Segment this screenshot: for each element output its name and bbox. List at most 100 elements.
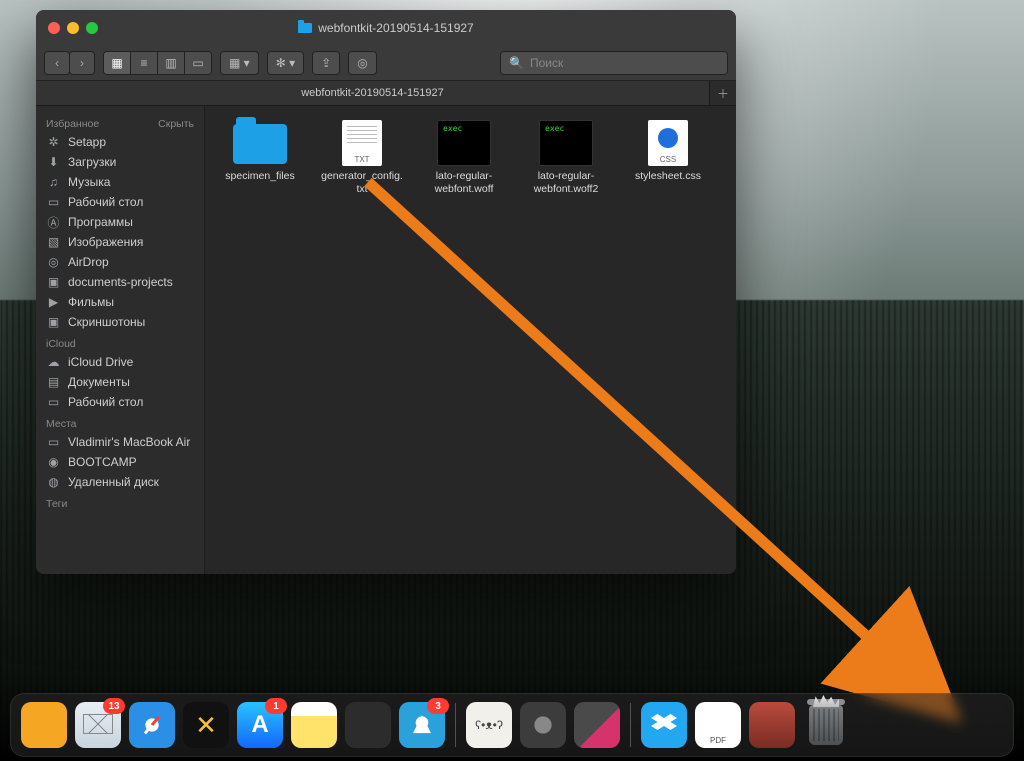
folder-icon: ▣ <box>46 276 61 289</box>
dock-app-logic[interactable] <box>345 702 391 748</box>
window-title: webfontkit-20190514-151927 <box>36 21 736 35</box>
sidebar-header-icloud: iCloud <box>36 332 204 352</box>
sidebar-item-label: AirDrop <box>68 255 109 269</box>
dock-divider <box>455 703 456 747</box>
list-view-button[interactable]: ≡ <box>131 52 158 74</box>
folder-icon <box>233 124 287 164</box>
sidebar-item-label: Документы <box>68 375 130 389</box>
sidebar-item-label: Удаленный диск <box>68 475 159 489</box>
css-file-icon <box>648 120 688 166</box>
file-grid[interactable]: specimen_files generator_config.txt lato-r… <box>205 106 736 574</box>
tab-bar: webfontkit-20190514-151927 ＋ <box>36 81 736 106</box>
gallery-view-button[interactable]: ▭ <box>185 52 211 74</box>
hide-favorites[interactable]: Скрыть <box>158 118 194 130</box>
search-placeholder: Поиск <box>530 56 563 70</box>
sidebar-item[interactable]: ▭Рабочий стол <box>36 192 204 212</box>
sidebar-item[interactable]: ▶Фильмы <box>36 292 204 312</box>
icon-view-button[interactable]: ▦ <box>104 52 131 74</box>
sidebar-item-label: Изображения <box>68 235 143 249</box>
file-item[interactable]: lato-regular-webfont.woff2 <box>515 120 617 196</box>
dock-app-stack[interactable] <box>749 702 795 748</box>
sidebar: Избранное Скрыть ✲ Setapp ⬇ Загрузки ♫ Музыка… <box>36 106 205 574</box>
dock-app-pdf[interactable] <box>695 702 741 748</box>
remote-disk-icon: ◍ <box>46 476 61 489</box>
sidebar-item-label: Музыка <box>68 175 110 189</box>
dock-app-telegram[interactable]: 3 <box>399 702 445 748</box>
exec-file-icon <box>539 120 593 166</box>
sidebar-item[interactable]: ▧ Изображения <box>36 232 204 252</box>
sidebar-item[interactable]: ☁iCloud Drive <box>36 352 204 372</box>
sidebar-item-label: Скриншотоны <box>68 315 145 329</box>
file-item[interactable]: lato-regular-webfont.woff <box>413 120 515 196</box>
sidebar-item[interactable]: ✲ Setapp <box>36 132 204 152</box>
dock-app-bear[interactable] <box>466 702 512 748</box>
share-button[interactable]: ⇪ <box>312 51 340 75</box>
search-icon: 🔍 <box>509 56 524 70</box>
back-button[interactable]: ‹ <box>44 51 70 75</box>
sidebar-item[interactable]: ▭Рабочий стол <box>36 392 204 412</box>
new-tab-button[interactable]: ＋ <box>709 81 736 105</box>
dock-app-appstore[interactable]: 1 <box>237 702 283 748</box>
sidebar-item-label: Setapp <box>68 135 106 149</box>
action-button[interactable]: ✻ ▾ <box>267 51 304 75</box>
sidebar-item[interactable]: ▣documents-projects <box>36 272 204 292</box>
dock-app-forklift[interactable] <box>21 702 67 748</box>
search-field[interactable]: 🔍 Поиск <box>500 51 728 75</box>
dock-app-dropbox[interactable] <box>641 702 687 748</box>
trash-icon <box>809 705 843 745</box>
dock-app-safari[interactable] <box>129 702 175 748</box>
dock-app-notes[interactable] <box>291 702 337 748</box>
sidebar-item[interactable]: ⬇ Загрузки <box>36 152 204 172</box>
sidebar-item[interactable]: ◉BOOTCAMP <box>36 452 204 472</box>
view-mode-segmented[interactable]: ▦ ≡ ▥ ▭ <box>103 51 212 75</box>
dock-app-butterfly[interactable] <box>183 702 229 748</box>
file-item[interactable]: generator_config.txt <box>311 120 413 196</box>
dock: 1313 <box>10 693 1014 757</box>
column-view-button[interactable]: ▥ <box>158 52 185 74</box>
finder-window: webfontkit-20190514-151927 ‹ › ▦ ≡ ▥ ▭ ▦… <box>36 10 736 574</box>
forward-button[interactable]: › <box>69 51 95 75</box>
sidebar-item-label: Рабочий стол <box>68 395 143 409</box>
arrange-button[interactable]: ▦ ▾ <box>220 51 259 75</box>
sidebar-item-label: Загрузки <box>68 155 116 169</box>
file-label: specimen_files <box>225 170 294 183</box>
tab-current[interactable]: webfontkit-20190514-151927 <box>36 81 709 105</box>
sidebar-item[interactable]: ▭ Vladimir's MacBook Air <box>36 432 204 452</box>
music-icon: ♫ <box>46 176 61 189</box>
sidebar-item-label: BOOTCAMP <box>68 455 137 469</box>
sidebar-item[interactable]: ◎ AirDrop <box>36 252 204 272</box>
sidebar-item[interactable]: ♫ Музыка <box>36 172 204 192</box>
sidebar-item[interactable]: ▣ Скриншотоны <box>36 312 204 332</box>
apps-icon: Ⓐ <box>46 216 61 229</box>
laptop-icon: ▭ <box>46 436 61 449</box>
cloud-icon: ☁ <box>46 356 61 369</box>
file-item[interactable]: stylesheet.css <box>617 120 719 196</box>
sidebar-item-label: Vladimir's MacBook Air <box>68 435 190 449</box>
sidebar-item[interactable]: ▤Документы <box>36 372 204 392</box>
pictures-icon: ▧ <box>46 236 61 249</box>
titlebar[interactable]: webfontkit-20190514-151927 <box>36 10 736 46</box>
movies-icon: ▶ <box>46 296 61 309</box>
dock-app-mail[interactable]: 13 <box>75 702 121 748</box>
toolbar: ‹ › ▦ ≡ ▥ ▭ ▦ ▾ ✻ ▾ ⇪ ◎ 🔍 Поиск <box>36 46 736 81</box>
airdrop-icon: ◎ <box>46 256 61 269</box>
file-label: stylesheet.css <box>635 170 701 183</box>
badge: 13 <box>103 698 125 714</box>
file-label: lato-regular-webfont.woff <box>435 170 494 196</box>
window-title-text: webfontkit-20190514-151927 <box>318 21 473 35</box>
sidebar-item[interactable]: ⒶПрограммы <box>36 212 204 232</box>
sidebar-item-label: Рабочий стол <box>68 195 143 209</box>
dock-app-trash[interactable] <box>803 702 849 748</box>
sidebar-item[interactable]: ◍ Удаленный диск <box>36 472 204 492</box>
sidebar-header-locations: Места <box>36 412 204 432</box>
setapp-icon: ✲ <box>46 136 61 149</box>
dock-app-cleanmymac[interactable] <box>574 702 620 748</box>
sidebar-header-tags: Теги <box>36 492 204 512</box>
sidebar-header-favorites: Избранное Скрыть <box>36 112 204 132</box>
file-item[interactable]: specimen_files <box>209 120 311 196</box>
folder-icon: ▣ <box>46 316 61 329</box>
downloads-icon: ⬇ <box>46 156 61 169</box>
dock-app-settings[interactable] <box>520 702 566 748</box>
tags-button[interactable]: ◎ <box>348 51 376 75</box>
badge: 1 <box>265 698 287 714</box>
